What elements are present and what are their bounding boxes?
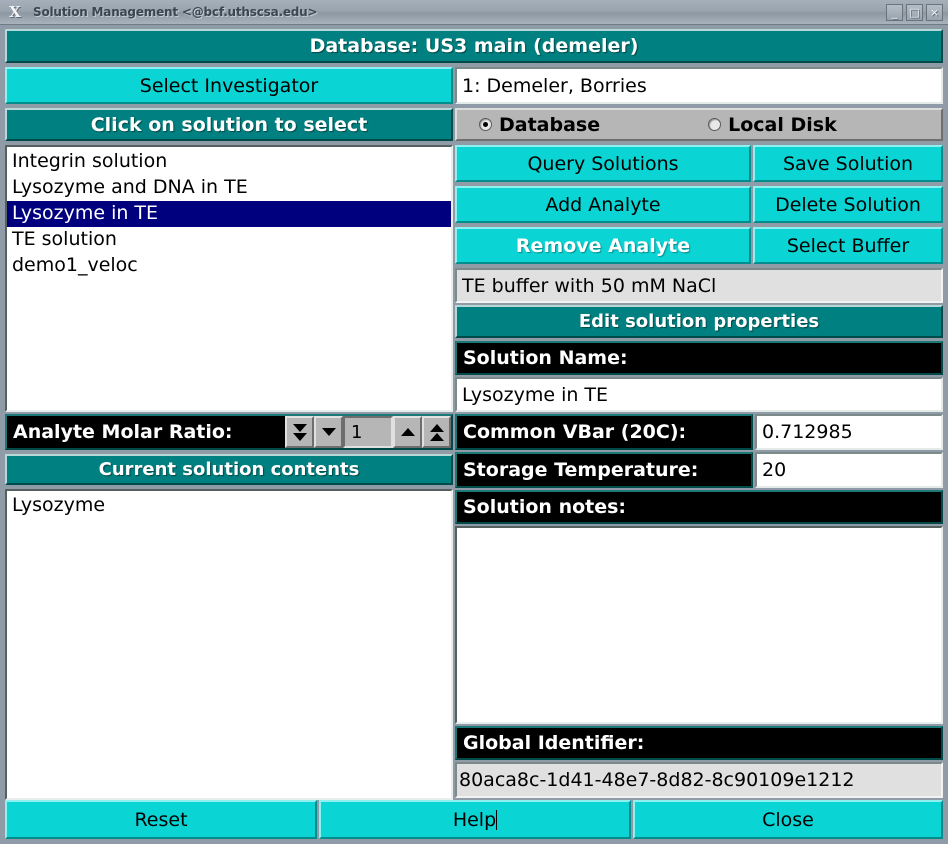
list-item[interactable]: TE solution [7,227,451,253]
double-chevron-up-icon [429,423,444,441]
current-contents-header: Current solution contents [5,454,453,485]
buffer-value-field: TE buffer with 50 mM NaCl [455,268,943,303]
analyte-molar-ratio-stepper[interactable]: 1 [285,416,451,448]
common-vbar-label: Common VBar (20C): [455,414,753,450]
select-investigator-button[interactable]: Select Investigator [5,67,453,104]
chevron-up-icon [400,428,415,436]
reset-button[interactable]: Reset [5,800,317,839]
add-analyte-button[interactable]: Add Analyte [455,186,751,223]
close-button[interactable]: Close [633,800,943,839]
edit-properties-header: Edit solution properties [455,305,943,338]
list-item[interactable]: Lysozyme in TE [7,201,451,227]
solution-list[interactable]: Integrin solution Lysozyme and DNA in TE… [5,145,453,412]
global-identifier-label: Global Identifier: [455,726,943,760]
list-item[interactable]: Lysozyme [7,493,451,519]
double-chevron-down-icon [292,423,307,441]
remove-analyte-button[interactable]: Remove Analyte [455,227,751,264]
maximize-icon[interactable]: □ [906,3,923,21]
storage-temperature-input[interactable]: 20 [755,452,943,488]
list-item[interactable]: Integrin solution [7,149,451,175]
minimize-icon[interactable]: _ [886,3,903,21]
window-controls: _ □ × [886,3,948,21]
help-button[interactable]: Help [319,800,631,839]
step-up-button[interactable] [393,416,422,448]
select-buffer-button[interactable]: Select Buffer [753,227,943,264]
text-caret [496,809,498,830]
title-bar: X Solution Management <@bcf.uthscsa.edu>… [0,0,948,25]
solution-notes-label: Solution notes: [455,490,943,524]
radio-local-disk-dot [708,118,722,131]
solution-management-window: X Solution Management <@bcf.uthscsa.edu>… [0,0,948,844]
list-item[interactable]: demo1_veloc [7,253,451,279]
source-radio-group: Database Local Disk [455,108,943,141]
save-solution-button[interactable]: Save Solution [753,145,943,182]
solution-notes-textarea[interactable] [455,526,943,724]
chevron-down-icon [321,428,336,436]
radio-database[interactable]: Database [479,114,600,136]
current-contents-list[interactable]: Lysozyme [5,489,453,800]
common-vbar-input[interactable]: 0.712985 [755,414,943,450]
global-identifier-field[interactable]: 80aca8c-1d41-48e7-8d82-8c90109e1212 [455,762,943,798]
delete-solution-button[interactable]: Delete Solution [753,186,943,223]
step-down-fast-button[interactable] [285,416,314,448]
radio-local-disk-label: Local Disk [728,113,837,136]
close-icon[interactable]: × [926,3,943,21]
window-title: Solution Management <@bcf.uthscsa.edu> [33,5,318,19]
solution-name-input[interactable]: Lysozyme in TE [455,377,943,412]
investigator-field[interactable]: 1: Demeler, Borries [455,67,943,104]
storage-temperature-label: Storage Temperature: [455,452,753,488]
database-banner: Database: US3 main (demeler) [5,29,943,63]
molar-ratio-value[interactable]: 1 [343,416,393,448]
list-item[interactable]: Lysozyme and DNA in TE [7,175,451,201]
step-up-fast-button[interactable] [422,416,451,448]
solution-name-label: Solution Name: [455,341,943,375]
radio-database-dot [479,118,492,131]
x-application-icon: X [9,3,21,21]
radio-database-label: Database [499,113,601,136]
step-down-button[interactable] [314,416,343,448]
radio-local-disk[interactable]: Local Disk [708,114,837,136]
help-button-label: Help [452,808,497,831]
click-solution-header: Click on solution to select [5,108,453,141]
query-solutions-button[interactable]: Query Solutions [455,145,751,182]
